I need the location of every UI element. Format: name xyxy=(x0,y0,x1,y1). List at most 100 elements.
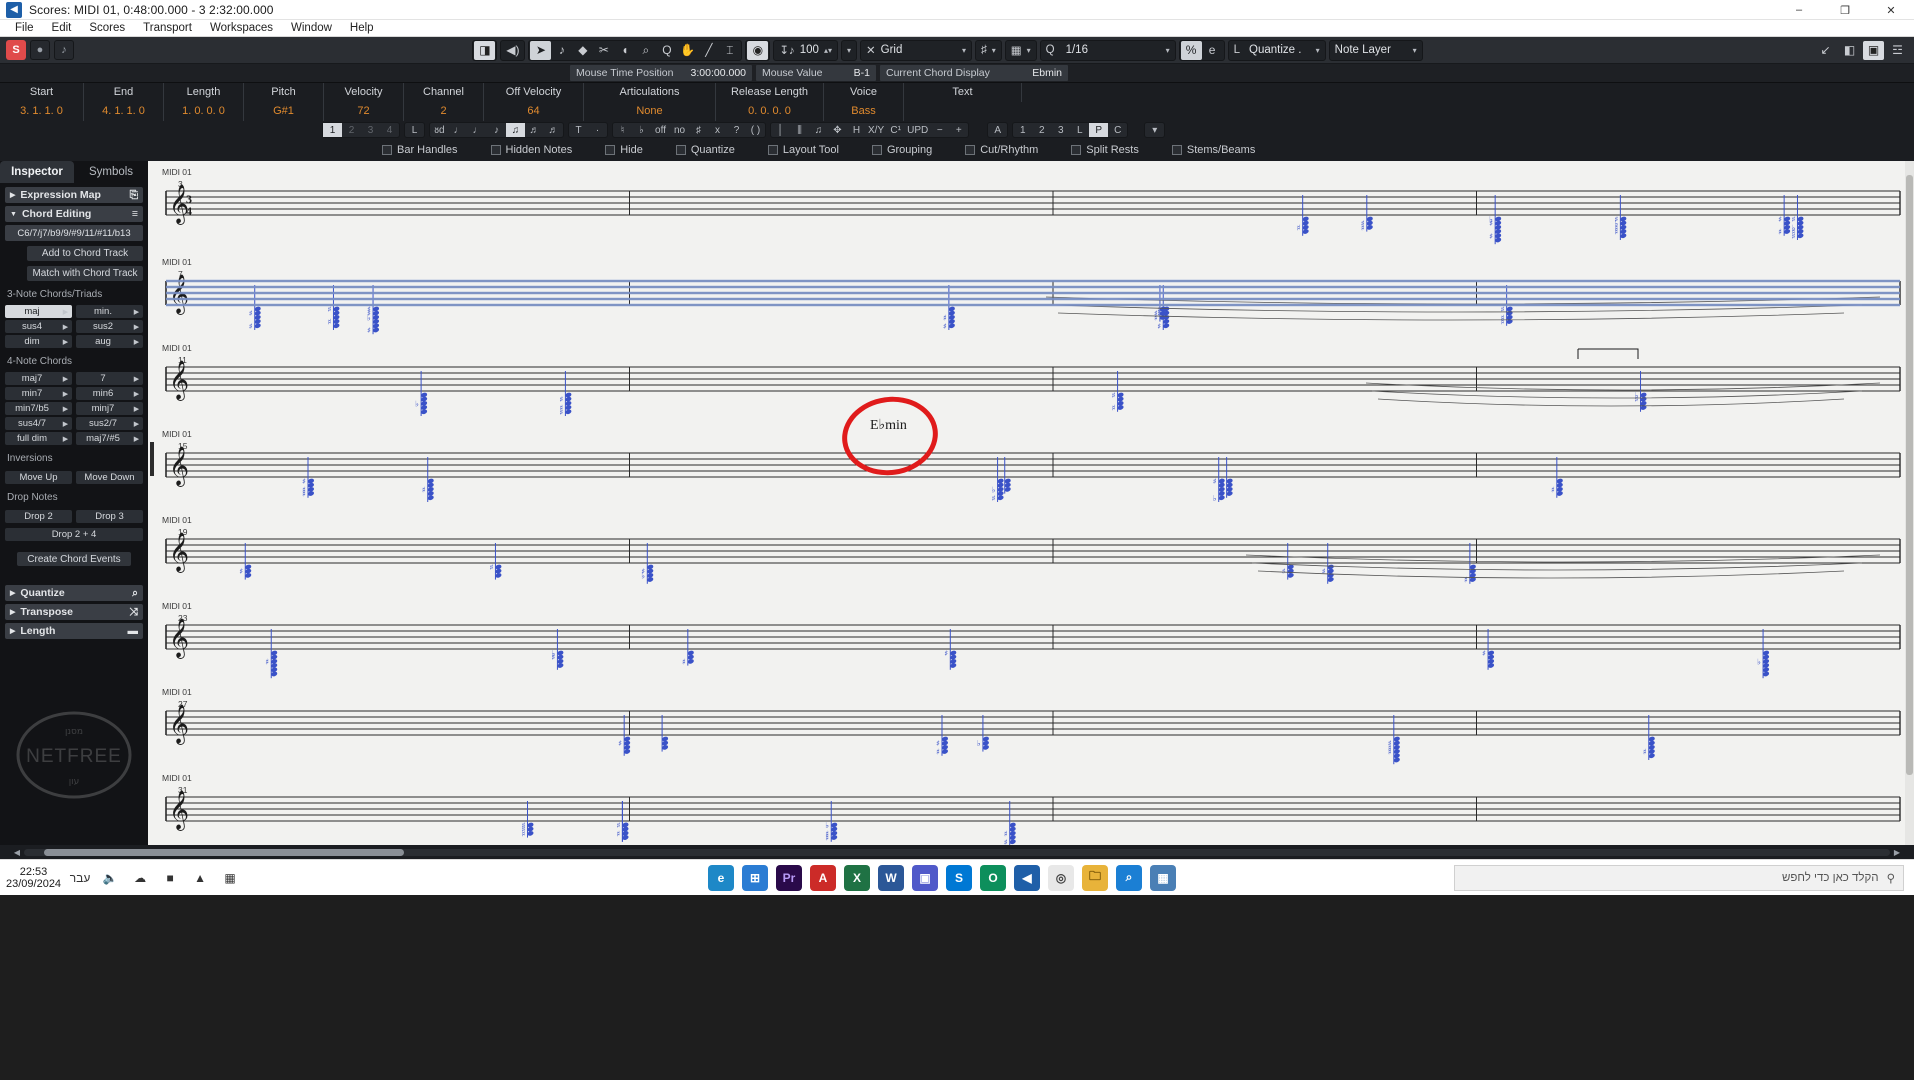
horizontal-scroll-track[interactable] xyxy=(24,848,1890,856)
close-button[interactable]: ✕ xyxy=(1868,0,1914,20)
quantize-tool[interactable]: Q xyxy=(656,41,677,60)
chevron-right-icon[interactable]: ▶ xyxy=(59,420,72,428)
filter-layout-tool[interactable]: Layout Tool xyxy=(767,144,839,156)
stem-button[interactable]: │ xyxy=(771,123,790,137)
show-left-zone-button[interactable]: ◧ xyxy=(1839,41,1860,60)
inspector-section-transpose[interactable]: ▶ Transpose ⤨ xyxy=(5,604,143,620)
chord-maj-button[interactable]: maj ▶ xyxy=(5,305,72,318)
add-to-chord-track-button[interactable]: Add to Chord Track xyxy=(27,246,143,261)
insert-velocity-dropdown[interactable]: ▾ xyxy=(840,39,857,61)
tab-inspector[interactable]: Inspector xyxy=(0,161,74,183)
setup-toolbar-button[interactable]: ☲ xyxy=(1887,41,1908,60)
score-horizontal-scrollbar[interactable]: ◀ ▶ xyxy=(0,845,1914,859)
taskbar-edge[interactable]: e xyxy=(708,864,734,891)
eighth-note-button[interactable]: ♪ xyxy=(487,123,506,137)
half-note-button[interactable]: ♩ xyxy=(449,123,468,137)
match-with-chord-track-button[interactable]: Match with Chord Track xyxy=(27,266,143,281)
menu-workspaces[interactable]: Workspaces xyxy=(201,20,282,37)
menu-transport[interactable]: Transport xyxy=(134,20,201,37)
whole-note-button[interactable]: ᴕd xyxy=(430,123,449,137)
no-button[interactable]: no xyxy=(670,123,689,137)
inspector-section-length[interactable]: ▶ Length ▬ xyxy=(5,623,143,639)
scroll-right-arrow-icon[interactable]: ▶ xyxy=(1890,848,1904,857)
volume-icon[interactable]: 🔈 xyxy=(99,867,121,889)
length-section-badge-icon[interactable]: ▬ xyxy=(128,625,139,637)
beam-button[interactable]: ⫼ xyxy=(790,123,809,137)
chevron-right-icon[interactable]: ▶ xyxy=(130,323,143,331)
flat-button[interactable]: ♭ xyxy=(632,123,651,137)
chevron-right-icon[interactable]: ▶ xyxy=(59,308,72,316)
lock-voice-button[interactable]: L xyxy=(405,123,424,137)
quantize-type-field[interactable]: L Quantize . ▾ xyxy=(1227,39,1326,61)
speaker-icon[interactable]: ◀) xyxy=(502,41,523,60)
record-in-editor-button[interactable]: ● xyxy=(30,40,50,60)
info-value-release-length[interactable]: 0. 0. 0. 0 xyxy=(716,102,824,121)
voice-4-button[interactable]: 4 xyxy=(380,123,399,137)
taskbar-excel[interactable]: X xyxy=(844,864,870,891)
taskbar-premiere[interactable]: Pr xyxy=(776,864,802,891)
staff-mode-field[interactable]: ▦ ▾ xyxy=(1004,39,1037,61)
info-value-length[interactable]: 1. 0. 0. 0 xyxy=(164,102,244,121)
filter-cut-rhythm[interactable]: Cut/Rhythm xyxy=(965,144,1038,156)
info-value-voice[interactable]: Bass xyxy=(824,102,904,121)
num-p-button[interactable]: P xyxy=(1089,123,1109,137)
auto-scroll-icon[interactable]: ◉ xyxy=(747,40,769,60)
info-value-end[interactable]: 4. 1. 1. 0 xyxy=(84,102,164,121)
notes-icon[interactable]: ▦ xyxy=(219,867,241,889)
num-c-button[interactable]: C xyxy=(1108,123,1127,137)
menu-file[interactable]: File xyxy=(6,20,43,37)
checkbox-icon[interactable] xyxy=(1071,145,1082,155)
taskbar-explorer[interactable]: 🗀 xyxy=(1082,864,1108,891)
checkbox-icon[interactable] xyxy=(871,145,882,155)
drop-3-button[interactable]: Drop 3 xyxy=(76,510,143,523)
taskbar-skype[interactable]: S xyxy=(946,864,972,891)
checkbox-icon[interactable] xyxy=(490,145,501,155)
thirtysecond-note-button[interactable]: ♬ xyxy=(525,123,544,137)
search-icon[interactable]: ⚲ xyxy=(1887,871,1895,885)
acoustic-feedback-button[interactable]: ♪ xyxy=(54,40,74,60)
chord-sus2-7-button[interactable]: sus2/7 ▶ xyxy=(76,417,143,430)
chord-dim-button[interactable]: dim ▶ xyxy=(5,335,72,348)
chord-maj7s5-button[interactable]: maj7/#5 ▶ xyxy=(76,432,143,445)
plus-button[interactable]: + xyxy=(949,123,968,137)
checkbox-icon[interactable] xyxy=(675,145,686,155)
chord-full-dim-button[interactable]: full dim ▶ xyxy=(5,432,72,445)
range-tool[interactable]: ⌶ xyxy=(719,41,740,60)
taskbar-chrome[interactable]: ◎ xyxy=(1048,864,1074,891)
chevron-right-icon[interactable]: ▶ xyxy=(130,338,143,346)
tab-symbols[interactable]: Symbols xyxy=(74,161,148,183)
minus-button[interactable]: − xyxy=(930,123,949,137)
taskbar-search[interactable]: ⌕ xyxy=(1116,864,1142,891)
info-value-articulations[interactable]: None xyxy=(584,102,716,121)
sixtyfourth-note-button[interactable]: ♬ xyxy=(544,123,563,137)
taskbar-search-box[interactable]: הקלד כאן כדי לחפש ⚲ xyxy=(1454,864,1904,891)
scroll-left-arrow-icon[interactable]: ◀ xyxy=(10,848,24,857)
maximize-button[interactable]: ❐ xyxy=(1822,0,1868,20)
dotted-button[interactable]: · xyxy=(588,123,607,137)
snap-mode-field[interactable]: ✕ Grid ▾ xyxy=(859,39,972,61)
line-tool[interactable]: ╱ xyxy=(698,41,719,60)
num-3-button[interactable]: 3 xyxy=(1051,123,1070,137)
info-value-pitch[interactable]: G#1 xyxy=(244,102,324,121)
chevron-right-icon[interactable]: ▶ xyxy=(59,338,72,346)
filter-hide[interactable]: Hide xyxy=(605,144,643,156)
checkbox-icon[interactable] xyxy=(965,145,976,155)
move-down-button[interactable]: Move Down xyxy=(76,471,143,484)
filter-split-rests[interactable]: Split Rests xyxy=(1071,144,1139,156)
drop-2-button[interactable]: Drop 2 xyxy=(5,510,72,523)
menu-scores[interactable]: Scores xyxy=(80,20,134,37)
taskbar-teams[interactable]: ▣ xyxy=(912,864,938,891)
question-button[interactable]: ? xyxy=(727,123,746,137)
sharp-button[interactable]: ♯ xyxy=(689,123,708,137)
chevron-right-icon[interactable]: ▶ xyxy=(130,420,143,428)
checkbox-icon[interactable] xyxy=(767,145,778,155)
score-vertical-scroll-thumb[interactable] xyxy=(1906,175,1913,775)
group-button[interactable]: ♫ xyxy=(809,123,828,137)
voice-1-button[interactable]: 1 xyxy=(323,123,342,137)
chord-min6-button[interactable]: min6 ▶ xyxy=(76,387,143,400)
chevron-right-icon[interactable]: ▶ xyxy=(59,323,72,331)
score-vertical-scrollbar[interactable] xyxy=(1905,161,1914,845)
upd-button[interactable]: UPD xyxy=(905,123,930,137)
object-selection-tool[interactable]: ➤ xyxy=(530,40,552,60)
taskbar-clock[interactable]: 22:53 23/09/2024 xyxy=(6,866,61,890)
